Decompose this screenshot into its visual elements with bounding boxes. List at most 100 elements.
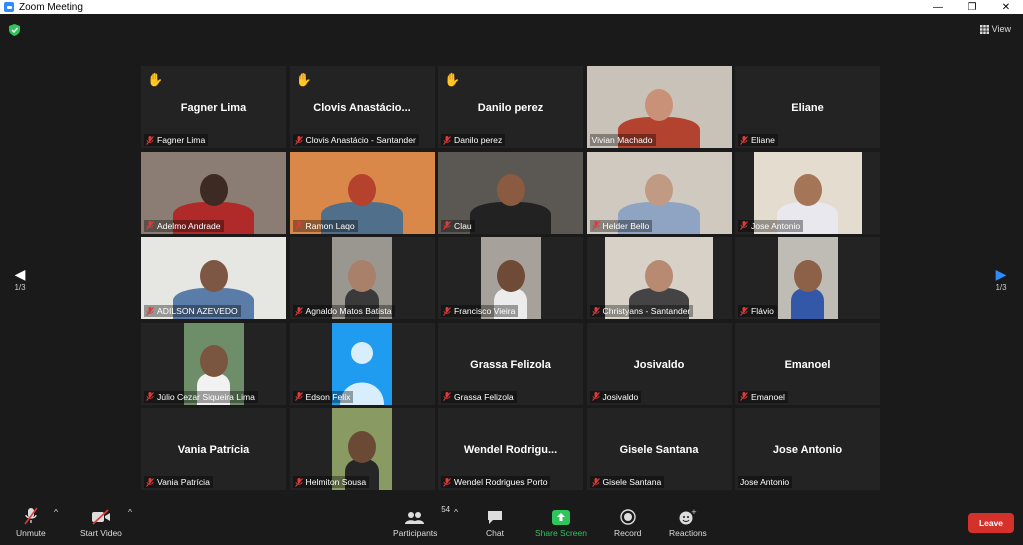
- participant-name: Vania Patrícia: [157, 477, 210, 487]
- participant-tile[interactable]: Agnaldo Matos Batista: [289, 237, 435, 319]
- participant-tile[interactable]: Edson Felix: [289, 322, 435, 405]
- title-bar: Zoom Meeting — ❐ ✕: [0, 0, 1023, 14]
- muted-microphone-icon: [294, 392, 303, 401]
- muted-microphone-icon: [294, 135, 303, 145]
- start-video-label: Start Video: [80, 528, 122, 538]
- share-screen-icon: [551, 510, 570, 525]
- participant-tile[interactable]: Vivian Machado: [586, 66, 732, 148]
- view-button[interactable]: View: [979, 24, 1011, 34]
- participant-tile[interactable]: Clovis Anastácio... ✋ Clovis Anastácio - S…: [289, 66, 435, 148]
- participant-tile[interactable]: Ramon Laqo: [289, 151, 435, 234]
- participant-name: Grassa Felizola: [454, 391, 514, 402]
- participant-name-label: Vivian Machado: [589, 134, 656, 146]
- participant-tile[interactable]: Emanoel Emanoel: [735, 322, 880, 405]
- muted-microphone-icon: [146, 392, 154, 401]
- participant-tile[interactable]: Grassa Felizola Grassa Felizola: [438, 322, 583, 405]
- participant-name: Clau: [454, 220, 472, 231]
- participant-tile[interactable]: Josivaldo Josivaldo: [586, 322, 732, 405]
- participant-name-label: Edson Felix: [292, 390, 354, 403]
- participant-tile[interactable]: Adelmo Andrade: [141, 151, 286, 234]
- participant-display-name: Emanoel: [784, 358, 831, 371]
- participant-tile[interactable]: Gisele Santana Gisele Santana: [586, 408, 732, 490]
- minimize-button[interactable]: —: [921, 0, 955, 14]
- participant-name-label: Jose Antonio: [738, 219, 804, 232]
- participant-name: ADILSON AZEVEDO: [157, 306, 238, 316]
- participant-tile[interactable]: Vania Patrícia Vania Patrícia: [141, 408, 286, 490]
- participant-name: Gisele Santana: [602, 477, 662, 487]
- participant-tile[interactable]: ADILSON AZEVEDO: [141, 237, 286, 319]
- participant-name-label: Emanoel: [738, 390, 788, 403]
- next-page-button[interactable]: ▶ 1/3: [991, 266, 1011, 292]
- participant-tile[interactable]: Flávio: [735, 237, 880, 319]
- participant-display-name: Vania Patrícia: [177, 444, 250, 456]
- participants-button[interactable]: 54 Participants: [393, 505, 450, 538]
- smiley-reactions-icon: +: [679, 509, 697, 525]
- participant-tile[interactable]: Helmiton Sousa: [289, 408, 435, 490]
- raised-hand-icon: ✋: [295, 72, 312, 87]
- muted-microphone-icon: [591, 477, 600, 487]
- view-label: View: [991, 24, 1011, 34]
- left-arrow-icon: ◀: [14, 266, 26, 282]
- participant-name: Christyans - Santander: [602, 306, 691, 316]
- participant-name-label: Christyans - Santander: [589, 305, 694, 317]
- audio-options-chevron-icon[interactable]: ^: [54, 507, 58, 517]
- participant-video: [777, 237, 838, 319]
- participant-name: Vivian Machado: [591, 135, 653, 145]
- encryption-shield-icon[interactable]: [9, 24, 20, 36]
- participant-display-name: Fagner Lima: [180, 102, 247, 114]
- participant-display-name: Gisele Santana: [619, 444, 699, 456]
- person-head: [496, 174, 525, 207]
- participant-tile[interactable]: Danilo perez ✋ Danilo perez: [438, 66, 583, 148]
- grid-view-icon: [979, 24, 989, 34]
- participant-display-name: Jose Antonio: [772, 444, 843, 456]
- share-screen-button[interactable]: Share Screen: [535, 507, 587, 538]
- restore-button[interactable]: ❐: [955, 0, 989, 14]
- right-arrow-icon: ▶: [995, 266, 1007, 282]
- muted-microphone-icon: [443, 135, 451, 145]
- person-head: [348, 259, 376, 292]
- participants-label: Participants: [393, 528, 438, 538]
- participant-name-label: Ramon Laqo: [292, 219, 358, 232]
- close-button[interactable]: ✕: [989, 0, 1023, 14]
- participant-name: Agnaldo Matos Batista: [305, 306, 392, 316]
- participant-name: Francisco Vieira: [454, 306, 516, 316]
- previous-page-button[interactable]: ◀ 1/3: [10, 266, 30, 292]
- leave-button[interactable]: Leave: [968, 513, 1014, 533]
- person-head: [199, 174, 228, 207]
- participant-display-name: Wendel Rodrigu...: [463, 444, 558, 456]
- participant-tile[interactable]: Fagner Lima ✋ Fagner Lima: [141, 66, 286, 148]
- person-head: [793, 174, 822, 207]
- participant-tile[interactable]: Jose Antonio: [735, 151, 880, 234]
- muted-microphone-icon: [591, 392, 600, 401]
- participant-name: Jose Antonio: [751, 220, 801, 231]
- share-screen-label: Share Screen: [535, 528, 587, 538]
- participant-display-name: Clovis Anastácio...: [313, 102, 411, 114]
- start-video-button[interactable]: Start Video: [80, 507, 122, 538]
- participant-name-label: Fagner Lima: [144, 134, 209, 146]
- participant-tile[interactable]: Christyans - Santander: [586, 237, 732, 319]
- reactions-button[interactable]: + Reactions: [669, 507, 707, 538]
- participant-tile[interactable]: Helder Bello: [586, 151, 732, 234]
- participant-name-label: Vania Patrícia: [144, 476, 213, 488]
- muted-microphone-icon: [740, 135, 748, 145]
- unmute-button[interactable]: Unmute: [16, 507, 46, 538]
- video-options-chevron-icon[interactable]: ^: [128, 507, 132, 517]
- video-off-icon: [91, 509, 110, 525]
- participant-display-name: Josivaldo: [633, 358, 685, 371]
- participant-tile[interactable]: Francisco Vieira: [438, 237, 583, 319]
- muted-microphone-icon: [294, 477, 303, 487]
- record-button[interactable]: Record: [614, 507, 641, 538]
- muted-microphone-icon: [294, 306, 303, 316]
- chat-button[interactable]: Chat: [486, 507, 504, 538]
- participant-name-label: ADILSON AZEVEDO: [144, 305, 241, 317]
- muted-microphone-icon: [443, 477, 451, 487]
- participant-name-label: Helder Bello: [589, 219, 653, 232]
- muted-microphone-icon: [591, 306, 600, 316]
- participant-tile[interactable]: Eliane Eliane: [735, 66, 880, 148]
- participants-options-chevron-icon[interactable]: ^: [454, 507, 458, 517]
- participant-tile[interactable]: Jose Antonio Jose Antonio: [735, 408, 880, 490]
- participant-name-label: Clau: [441, 219, 475, 232]
- participant-tile[interactable]: Wendel Rodrigu... Wendel Rodrigues Porto: [438, 408, 583, 490]
- participant-tile[interactable]: Clau: [438, 151, 583, 234]
- participant-tile[interactable]: Júlio Cezar Siqueira Lima: [141, 322, 286, 405]
